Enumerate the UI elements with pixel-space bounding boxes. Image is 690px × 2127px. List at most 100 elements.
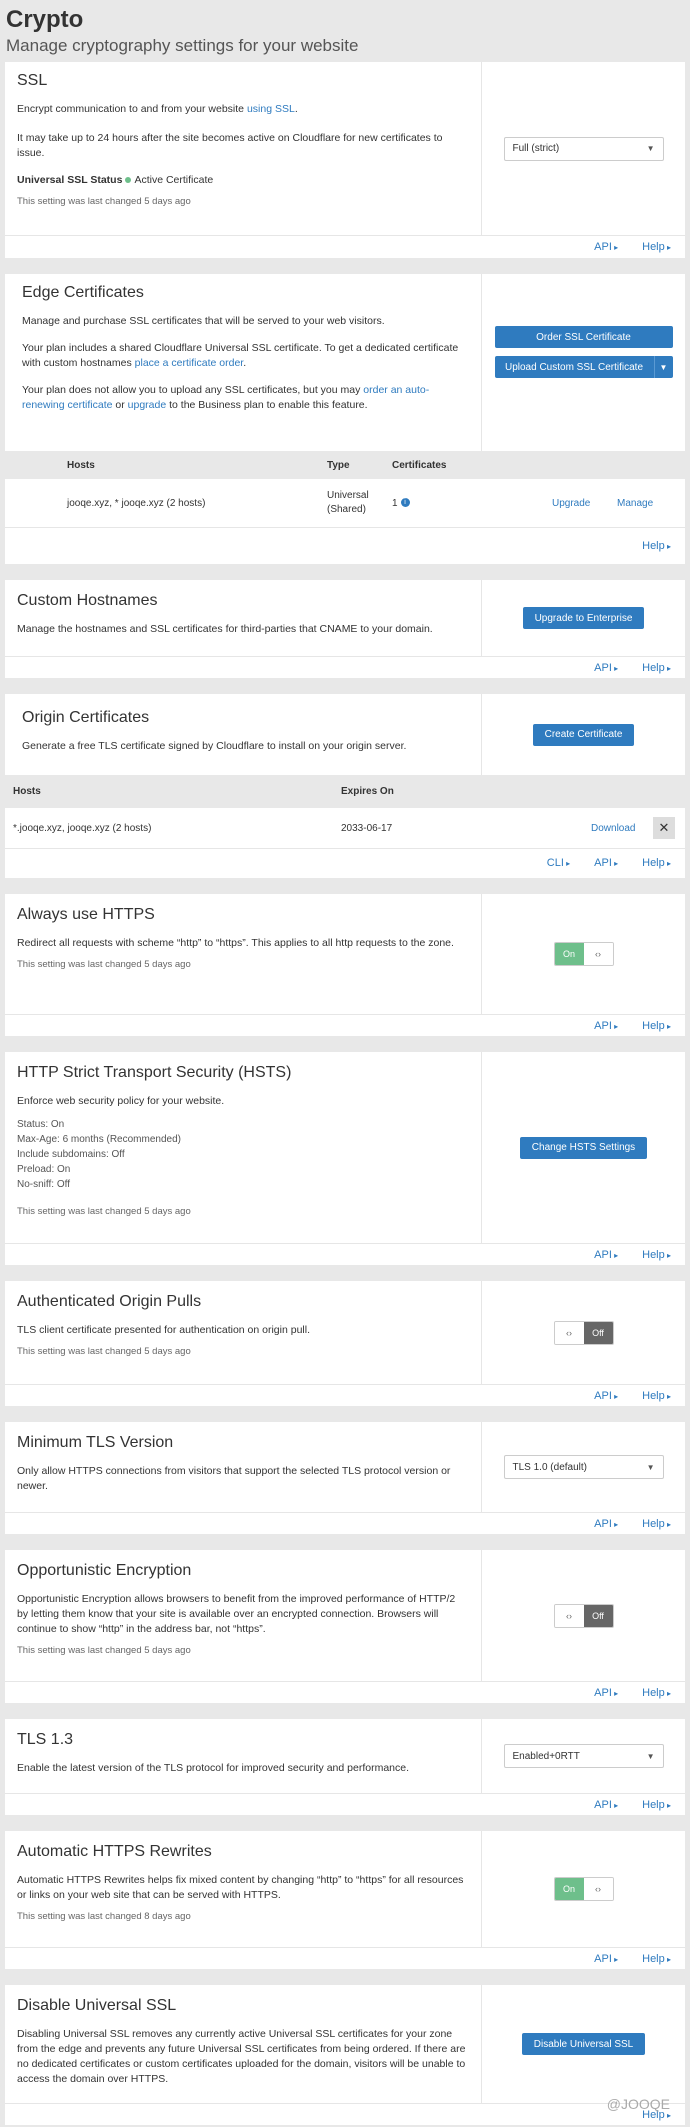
tls13-help-link[interactable]: Help: [642, 1799, 671, 1811]
disable-title: Disable Universal SSL: [17, 1997, 177, 2014]
origin-row-expires: 2033-06-17: [341, 822, 393, 834]
chevron-down-icon: ▼: [646, 1751, 655, 1761]
always-https-toggle[interactable]: On ‹›: [553, 942, 614, 966]
hsts-status: Status: On: [17, 1119, 65, 1130]
disable-description: Disabling Universal SSL removes any curr…: [17, 2028, 466, 2085]
upload-custom-ssl-split-button[interactable]: Upload Custom SSL Certificate ▼: [494, 356, 673, 378]
hsts-help-link[interactable]: Help: [642, 1249, 671, 1261]
toggle-arrows-icon: ‹›: [583, 943, 613, 965]
origin-row-hosts: *.jooqe.xyz, jooqe.xyz (2 hosts): [13, 822, 152, 834]
edge-table-header: Hosts Type Certificates: [5, 451, 685, 479]
oe-api-link[interactable]: API: [594, 1687, 618, 1699]
tls13-select[interactable]: Enabled+0RTT ▼: [503, 1744, 664, 1768]
info-icon[interactable]: i: [400, 498, 410, 508]
oe-help-link[interactable]: Help: [642, 1687, 671, 1699]
col-type: Type: [327, 459, 350, 471]
origin-help-link[interactable]: Help: [642, 857, 671, 869]
custom-hostnames-title: Custom Hostnames: [17, 592, 158, 609]
create-certificate-button[interactable]: Create Certificate: [532, 723, 635, 746]
aop-footer: API Help: [5, 1384, 685, 1407]
custom-api-link[interactable]: API: [594, 662, 618, 674]
mintls-description: Only allow HTTPS connections from visito…: [17, 1465, 451, 1492]
tls13-description: Enable the latest version of the TLS pro…: [17, 1762, 410, 1774]
ahr-last-changed: This setting was last changed 8 days ago: [17, 1911, 191, 1922]
origin-api-link[interactable]: API: [594, 857, 618, 869]
edge-help-link[interactable]: Help: [642, 540, 671, 552]
page-title: Crypto: [6, 6, 84, 33]
oe-last-changed: This setting was last changed 5 days ago: [17, 1645, 191, 1656]
origin-title: Origin Certificates: [22, 709, 150, 726]
disable-footer: Help: [5, 2103, 685, 2126]
oe-footer: API Help: [5, 1681, 685, 1704]
aop-help-link[interactable]: Help: [642, 1390, 671, 1402]
https-description: Redirect all requests with scheme “http”…: [17, 937, 454, 949]
automatic-https-rewrites-card: Automatic HTTPS Rewrites Automatic HTTPS…: [5, 1831, 685, 1969]
edge-certificates-card: Edge Certificates Manage and purchase SS…: [5, 274, 685, 564]
minimum-tls-card: Minimum TLS Version Only allow HTTPS con…: [5, 1422, 685, 1534]
https-api-link[interactable]: API: [594, 1020, 618, 1032]
ahr-help-link[interactable]: Help: [642, 1953, 671, 1965]
hsts-include-subdomains: Include subdomains: Off: [17, 1149, 125, 1160]
edge-description: Manage and purchase SSL certificates tha…: [22, 315, 385, 327]
min-tls-select[interactable]: TLS 1.0 (default) ▼: [503, 1455, 664, 1479]
https-help-link[interactable]: Help: [642, 1020, 671, 1032]
origin-cli-link[interactable]: CLI: [547, 857, 570, 869]
ssl-status: Universal SSL Status Active Certificate: [17, 174, 214, 186]
oe-toggle[interactable]: ‹› Off: [553, 1603, 614, 1628]
edge-footer: Help: [5, 528, 685, 564]
chevron-down-icon[interactable]: ▼: [653, 356, 673, 378]
ahr-title: Automatic HTTPS Rewrites: [17, 1843, 212, 1860]
upgrade-plan-link[interactable]: upgrade: [128, 399, 167, 411]
origin-description: Generate a free TLS certificate signed b…: [22, 740, 407, 752]
mintls-api-link[interactable]: API: [594, 1518, 618, 1530]
aop-last-changed: This setting was last changed 5 days ago: [17, 1346, 191, 1357]
ssl-help-link[interactable]: Help: [642, 241, 671, 253]
hsts-max-age: Max-Age: 6 months (Recommended): [17, 1134, 181, 1145]
hsts-preload: Preload: On: [17, 1164, 71, 1175]
upload-custom-ssl-button[interactable]: Upload Custom SSL Certificate: [494, 356, 654, 378]
https-last-changed: This setting was last changed 5 days ago: [17, 959, 191, 970]
edge-plan-note: Your plan includes a shared Cloudflare U…: [22, 342, 459, 369]
close-icon[interactable]: ✕: [653, 817, 675, 839]
ssl-api-link[interactable]: API: [594, 241, 618, 253]
tls13-api-link[interactable]: API: [594, 1799, 618, 1811]
origin-download-link[interactable]: Download: [591, 823, 653, 834]
edge-manage-link[interactable]: Manage: [617, 498, 653, 509]
origin-certificates-card: Origin Certificates Generate a free TLS …: [5, 694, 685, 878]
using-ssl-link[interactable]: using SSL: [247, 103, 295, 115]
edge-title: Edge Certificates: [22, 284, 144, 301]
toggle-on-label: On: [554, 943, 584, 965]
edge-row-type: Universal (Shared): [327, 490, 369, 515]
aop-api-link[interactable]: API: [594, 1390, 618, 1402]
ahr-toggle[interactable]: On ‹›: [553, 1877, 614, 1901]
custom-help-link[interactable]: Help: [642, 662, 671, 674]
toggle-arrows-icon: ‹›: [554, 1321, 584, 1344]
page-header: Crypto Manage cryptography settings for …: [0, 0, 690, 66]
disable-universal-ssl-card: Disable Universal SSL Disabling Universa…: [5, 1985, 685, 2125]
mintls-footer: API Help: [5, 1512, 685, 1535]
chevron-down-icon: ▼: [646, 1462, 655, 1472]
order-ssl-certificate-button[interactable]: Order SSL Certificate: [494, 326, 673, 348]
upgrade-to-enterprise-button[interactable]: Upgrade to Enterprise: [522, 607, 645, 629]
ssl-mode-select[interactable]: Full (strict) ▼: [503, 136, 664, 161]
ahr-api-link[interactable]: API: [594, 1953, 618, 1965]
always-use-https-card: Always use HTTPS Redirect all requests w…: [5, 894, 685, 1036]
hsts-api-link[interactable]: API: [594, 1249, 618, 1261]
col-hosts: Hosts: [67, 459, 95, 471]
https-footer: API Help: [5, 1014, 685, 1037]
mintls-help-link[interactable]: Help: [642, 1518, 671, 1530]
ssl-note: It may take up to 24 hours after the sit…: [17, 132, 443, 159]
aop-title: Authenticated Origin Pulls: [17, 1293, 202, 1310]
change-hsts-settings-button[interactable]: Change HSTS Settings: [519, 1136, 648, 1159]
disable-universal-ssl-button[interactable]: Disable Universal SSL: [521, 2033, 646, 2055]
hsts-title: HTTP Strict Transport Security (HSTS): [17, 1064, 292, 1081]
toggle-off-label: Off: [583, 1604, 613, 1627]
edge-upgrade-link[interactable]: Upgrade: [552, 498, 617, 509]
opportunistic-encryption-card: Opportunistic Encryption Opportunistic E…: [5, 1550, 685, 1703]
toggle-on-label: On: [554, 1878, 584, 1900]
tls13-card: TLS 1.3 Enable the latest version of the…: [5, 1719, 685, 1815]
aop-toggle[interactable]: ‹› Off: [553, 1320, 614, 1345]
origin-table-header: Hosts Expires On: [5, 775, 685, 808]
authenticated-origin-pulls-card: Authenticated Origin Pulls TLS client ce…: [5, 1281, 685, 1406]
place-certificate-order-link[interactable]: place a certificate order: [135, 357, 244, 369]
